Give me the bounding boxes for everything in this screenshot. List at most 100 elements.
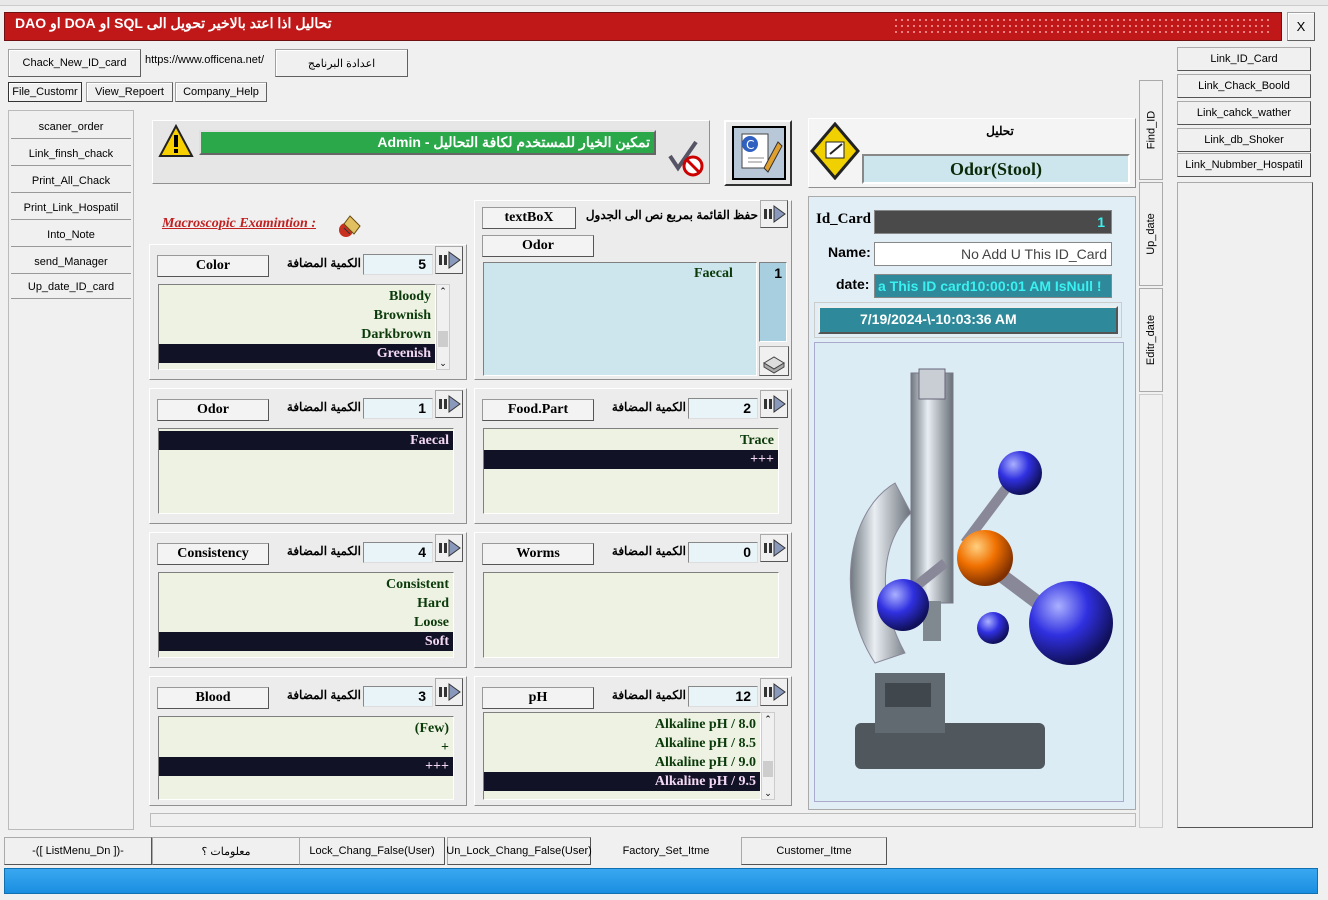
left-nav-item-3[interactable]: Print_Link_Hospatil — [11, 196, 131, 220]
consistency-qty-label: الكمية المضافة — [286, 544, 361, 558]
analysis-value: Odor(Stool) — [862, 154, 1130, 184]
odor-list[interactable]: Faecal — [158, 428, 454, 514]
status-bar — [4, 868, 1318, 894]
name-value[interactable]: No Add U This ID_Card — [874, 242, 1112, 266]
ph-list[interactable]: Alkaline pH / 8.0 Alkaline pH / 8.5 Alkali… — [483, 712, 761, 800]
consistency-list-item[interactable]: Consistent — [159, 575, 453, 594]
analysis-label: تحليل — [986, 124, 1014, 138]
consistency-label-button[interactable]: Consistency — [157, 543, 269, 565]
ph-qty-value[interactable]: 12 — [688, 686, 758, 707]
right-link-0[interactable]: Link_ID_Card — [1177, 47, 1311, 71]
left-nav-item-2[interactable]: Print_All_Chack — [11, 169, 131, 193]
tab-file-customer[interactable]: File_Customr — [8, 82, 82, 102]
textbox-content[interactable]: Faecal — [483, 262, 757, 376]
left-nav-item-4[interactable]: Into_Note — [11, 223, 131, 247]
odor-qty-value[interactable]: 1 — [363, 398, 433, 419]
ph-scrollbar[interactable]: ⌃ ⌄ — [761, 712, 775, 800]
food_part-arrow-button[interactable] — [760, 390, 788, 418]
color-scrollbar[interactable]: ⌃ ⌄ — [436, 284, 450, 370]
right-link-1[interactable]: Link_Chack_Boold — [1177, 74, 1311, 98]
worms-list[interactable] — [483, 572, 779, 658]
right-link-4[interactable]: Link_Nubmber_Hospatil — [1177, 153, 1311, 177]
ph-list-item[interactable]: Alkaline pH / 9.5 — [484, 772, 760, 791]
color-list-item[interactable]: Greenish — [159, 344, 435, 363]
odor-qty-label: الكمية المضافة — [286, 400, 361, 414]
tab-company-help[interactable]: Company_Help — [175, 82, 267, 102]
blood-label-button[interactable]: Blood — [157, 687, 269, 709]
blood-qty-label: الكمية المضافة — [286, 688, 361, 702]
food_part-label-button[interactable]: Food.Part — [482, 399, 594, 421]
consistency-list[interactable]: Consistent Hard Loose Soft — [158, 572, 454, 658]
settings-button[interactable]: اعدادة البرنامج — [275, 49, 408, 77]
edit-document-button[interactable]: C — [724, 120, 792, 186]
broom-icon — [336, 210, 366, 240]
blood-list-item[interactable]: +++ — [159, 757, 453, 776]
bottom-button-4[interactable]: Factory_Set_Itme — [593, 837, 739, 865]
worms-label-button[interactable]: Worms — [482, 543, 594, 565]
bottom-button-3[interactable]: Un_Lock_Chang_False(User) — [446, 837, 592, 865]
bottom-button-5[interactable]: Customer_Itme — [741, 837, 887, 865]
odor-label-button[interactable]: Odor — [157, 399, 269, 421]
blood-qty-value[interactable]: 3 — [363, 686, 433, 707]
edit-document-icon: C — [732, 126, 786, 180]
consistency-qty-value[interactable]: 4 — [363, 542, 433, 563]
url-text[interactable]: https://www.officena.net/ — [145, 54, 264, 66]
color-list[interactable]: Bloody Brownish Darkbrown Greenish — [158, 284, 436, 370]
color-label-button[interactable]: Color — [157, 255, 269, 277]
warning-icon — [158, 123, 194, 158]
worms-arrow-button[interactable] — [760, 534, 788, 562]
food_part-qty-value[interactable]: 2 — [688, 398, 758, 419]
no-check-icon[interactable] — [666, 138, 706, 178]
tab-find-id[interactable]: Find_ID — [1139, 80, 1163, 180]
left-nav-item-5[interactable]: send_Manager — [11, 250, 131, 274]
blood-arrow-button[interactable] — [435, 678, 463, 706]
blood-list-item[interactable]: (Few) — [159, 719, 453, 738]
bottom-button-2[interactable]: Lock_Chang_False(User) — [299, 837, 445, 865]
ph-label-button[interactable]: pH — [482, 687, 594, 709]
left-nav-item-6[interactable]: Up_date_ID_card — [11, 275, 131, 299]
date-value[interactable]: a This ID card10:00:01 AM IsNull ! — [874, 274, 1112, 298]
food_part-list[interactable]: Trace +++ — [483, 428, 779, 514]
worms-qty-value[interactable]: 0 — [688, 542, 758, 563]
id-card-value[interactable]: 1 — [874, 210, 1112, 234]
bottom-button-1[interactable]: معلومات ؟ — [152, 837, 300, 865]
consistency-list-item[interactable]: Soft — [159, 632, 453, 651]
color-arrow-button[interactable] — [435, 246, 463, 274]
color-list-item[interactable]: Darkbrown — [159, 325, 435, 344]
blood-list[interactable]: (Few) + +++ — [158, 716, 454, 800]
top-strip — [0, 0, 1328, 6]
food_part-list-item[interactable]: Trace — [484, 431, 778, 450]
ph-list-item[interactable]: Alkaline pH / 8.5 — [484, 734, 760, 753]
left-nav-item-0[interactable]: scaner_order — [11, 115, 131, 139]
color-list-item[interactable]: Bloody — [159, 287, 435, 306]
timestamp-bar: 7/19/2024-\-10:03:36 AM — [814, 302, 1122, 338]
textbox-label-button[interactable]: textBoX — [482, 207, 576, 229]
color-list-item[interactable]: Brownish — [159, 306, 435, 325]
consistency-arrow-button[interactable] — [435, 534, 463, 562]
food_part-list-item[interactable]: +++ — [484, 450, 778, 469]
timestamp-value: 7/19/2024-\-10:03:36 AM — [818, 306, 1118, 334]
odor-list-item[interactable]: Faecal — [159, 431, 453, 450]
ph-list-item[interactable]: Alkaline pH / 8.0 — [484, 715, 760, 734]
right-link-3[interactable]: Link_db_Shoker — [1177, 128, 1311, 152]
save-to-table-button[interactable] — [759, 346, 789, 376]
odor-arrow-button[interactable] — [435, 390, 463, 418]
tab-up-date[interactable]: Up_date — [1139, 182, 1163, 286]
ph-arrow-button[interactable] — [760, 678, 788, 706]
close-button[interactable]: X — [1287, 12, 1315, 41]
right-link-2[interactable]: Link_cahck_wather — [1177, 101, 1311, 125]
tab-view-report[interactable]: View_Repoert — [86, 82, 173, 102]
color-qty-value[interactable]: 5 — [363, 254, 433, 275]
textbox-odor-label[interactable]: Odor — [482, 235, 594, 257]
consistency-list-item[interactable]: Loose — [159, 613, 453, 632]
main-horizontal-scrollbar[interactable] — [150, 813, 1136, 827]
tab-editr-date[interactable]: Editr_date — [1139, 288, 1163, 392]
blood-list-item[interactable]: + — [159, 738, 453, 757]
right-link-panel — [1177, 182, 1313, 828]
consistency-list-item[interactable]: Hard — [159, 594, 453, 613]
check-new-id-card-button[interactable]: Chack_New_ID_card — [8, 49, 141, 77]
bottom-button-0[interactable]: -([ ListMenu_Dn ])- — [4, 837, 152, 865]
textbox-arrow-button[interactable] — [760, 200, 788, 228]
left-nav-item-1[interactable]: Link_finsh_chack — [11, 142, 131, 166]
ph-list-item[interactable]: Alkaline pH / 9.0 — [484, 753, 760, 772]
